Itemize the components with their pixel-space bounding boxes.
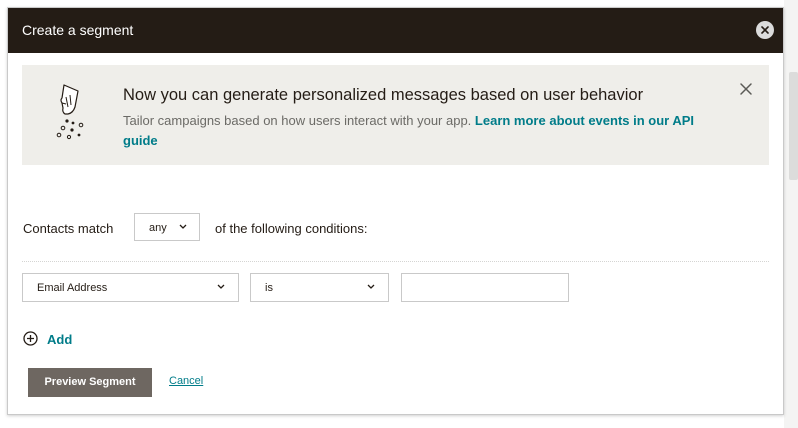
add-condition-label: Add xyxy=(47,332,73,347)
chevron-down-icon xyxy=(367,284,375,289)
plus-circle-icon xyxy=(23,331,38,346)
condition-field-value: Email Address xyxy=(37,282,108,294)
hand-scattering-dots-illustration xyxy=(56,84,84,140)
match-prefix-label: Contacts match xyxy=(23,221,114,236)
conditions-divider xyxy=(22,261,769,262)
preview-segment-button[interactable]: Preview Segment xyxy=(28,368,152,397)
modal-close-button[interactable] xyxy=(756,21,774,39)
banner-title: Now you can generate personalized messag… xyxy=(123,86,644,104)
cancel-link[interactable]: Cancel xyxy=(169,375,203,387)
page-background-strip xyxy=(784,0,798,428)
match-suffix-label: of the following conditions: xyxy=(215,221,368,236)
page-scrollbar[interactable] xyxy=(789,72,798,180)
chevron-down-icon xyxy=(217,284,225,289)
match-type-value: any xyxy=(149,222,167,234)
match-row: Contacts match any of the following cond… xyxy=(23,213,423,243)
add-condition-button[interactable]: Add xyxy=(23,330,93,350)
banner-body-text: Tailor campaigns based on how users inte… xyxy=(123,113,475,128)
condition-field-select[interactable]: Email Address xyxy=(22,273,239,302)
condition-operator-select[interactable]: is xyxy=(250,273,389,302)
condition-operator-value: is xyxy=(265,282,273,294)
match-type-select[interactable]: any xyxy=(134,213,200,241)
condition-value-input[interactable] xyxy=(401,273,569,302)
modal-header: Create a segment xyxy=(8,8,783,53)
close-icon[interactable] xyxy=(739,82,753,96)
close-circle-icon xyxy=(761,26,769,34)
create-segment-modal: Create a segment Now you can generate pe… xyxy=(7,7,784,415)
chevron-down-icon xyxy=(179,224,187,229)
modal-title: Create a segment xyxy=(22,22,134,38)
banner-body: Tailor campaigns based on how users inte… xyxy=(123,111,723,151)
feature-banner: Now you can generate personalized messag… xyxy=(22,65,769,165)
